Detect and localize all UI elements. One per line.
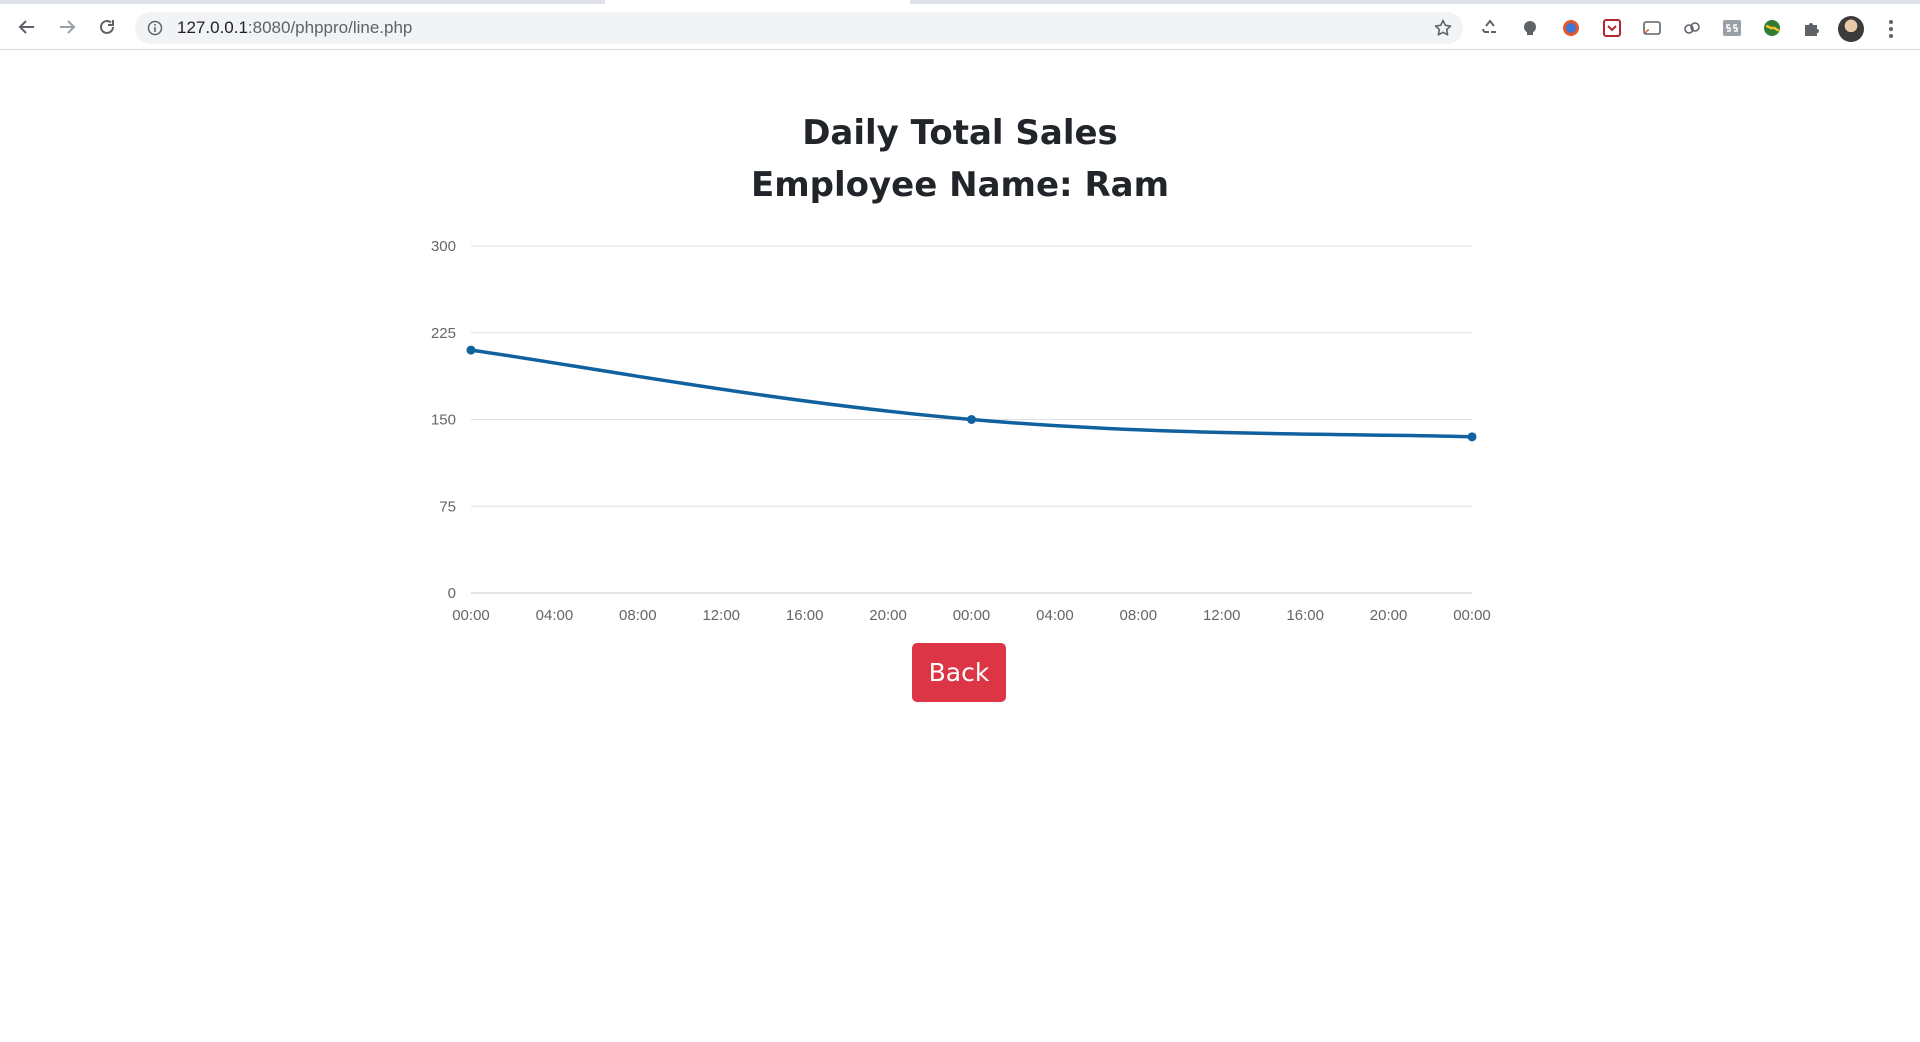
x-tick-label: 20:00 <box>1370 607 1408 624</box>
data-point <box>967 415 976 424</box>
page-content: Daily Total Sales Employee Name: Ram 0 75… <box>0 51 1920 1042</box>
address-bar[interactable]: 127.0.0.1:8080/phppro/line.php <box>135 12 1463 44</box>
y-tick-label: 75 <box>439 498 456 515</box>
x-tick-label: 16:00 <box>1286 607 1324 624</box>
url-host: 127.0.0.1 <box>177 18 248 37</box>
y-tick-label: 150 <box>431 412 456 429</box>
kebab-menu-icon[interactable] <box>1882 18 1900 40</box>
pocket-extension-icon[interactable] <box>1601 17 1623 39</box>
puzzle-extensions-icon[interactable] <box>1801 17 1823 39</box>
alien-extension-icon[interactable] <box>1519 17 1541 39</box>
x-tick-label: 16:00 <box>786 607 824 624</box>
x-tick-label: 00:00 <box>1453 607 1491 624</box>
bookmark-star-icon[interactable] <box>1433 18 1453 38</box>
x-tick-label: 00:00 <box>953 607 991 624</box>
data-point <box>1467 432 1477 442</box>
y-axis: 0 75 150 225 300 <box>431 238 456 602</box>
forward-arrow-icon[interactable] <box>52 12 82 42</box>
x-tick-label: 12:00 <box>1203 607 1241 624</box>
profile-avatar[interactable] <box>1838 16 1864 42</box>
x-axis: 00:00 04:00 08:00 12:00 16:00 20:00 00:00 04:00… <box>452 607 1491 624</box>
reload-icon[interactable] <box>92 12 122 42</box>
sales-line-chart: 0 75 150 225 300 00:00 04:00 08:00 12:00 16:00 20… <box>431 238 1491 624</box>
cast-extension-icon[interactable] <box>1641 17 1663 39</box>
x-tick-label: 12:00 <box>702 607 740 624</box>
chart-series <box>466 345 1477 442</box>
x-tick-label: 08:00 <box>619 607 657 624</box>
globe-extension-icon[interactable] <box>1560 17 1582 39</box>
y-tick-label: 225 <box>431 325 456 342</box>
url-path: :8080/phppro/line.php <box>247 18 413 37</box>
back-button[interactable]: Back <box>912 643 1006 702</box>
x-tick-label: 20:00 <box>869 607 907 624</box>
recycle-extension-icon[interactable] <box>1479 17 1501 39</box>
earth-extension-icon[interactable] <box>1761 17 1783 39</box>
url-text[interactable]: 127.0.0.1:8080/phppro/line.php <box>177 12 412 44</box>
y-tick-label: 0 <box>448 585 456 602</box>
link-extension-icon[interactable] <box>1681 17 1703 39</box>
x-tick-label: 04:00 <box>1036 607 1074 624</box>
x-tick-label: 04:00 <box>536 607 574 624</box>
x-tick-label: 08:00 <box>1120 607 1158 624</box>
y-tick-label: 300 <box>431 238 456 255</box>
browser-toolbar: 127.0.0.1:8080/phppro/line.php <box>0 4 1920 50</box>
ss-extension-icon[interactable] <box>1721 17 1743 39</box>
x-tick-label: 00:00 <box>452 607 490 624</box>
data-point <box>466 345 476 355</box>
back-arrow-icon[interactable] <box>12 12 42 42</box>
site-info-icon[interactable] <box>147 20 163 36</box>
